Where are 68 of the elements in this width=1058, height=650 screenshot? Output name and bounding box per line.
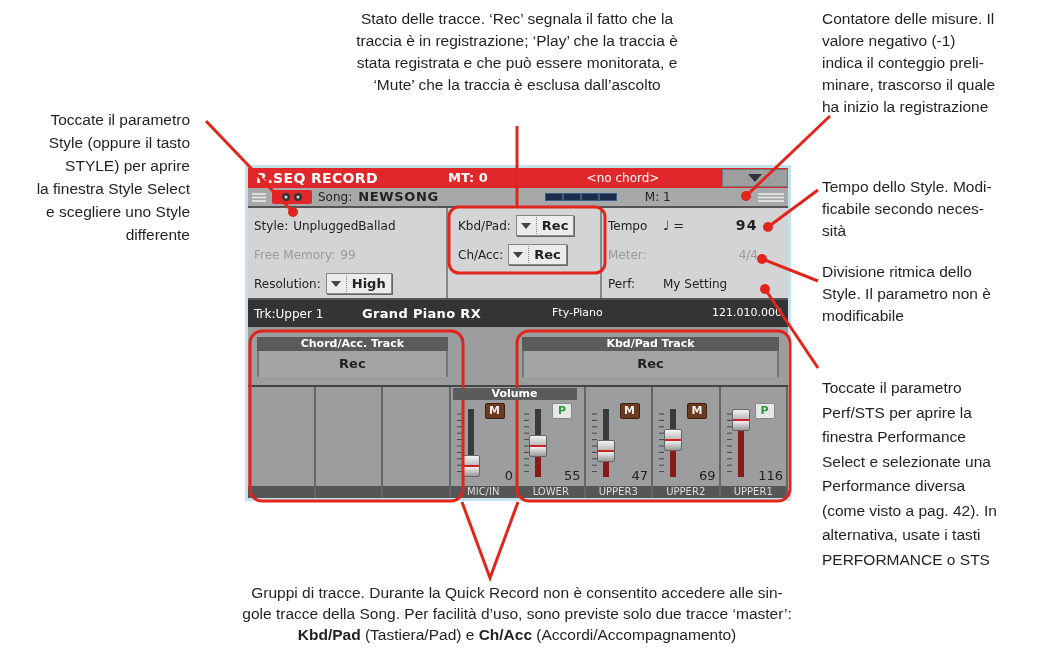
disabled-parameter-label: Meter: [608, 246, 648, 264]
channel-name: MIC/IN [450, 486, 516, 498]
scale-ticks-icon [659, 413, 664, 473]
parameter-label: Resolution: [254, 275, 321, 293]
annotation-text: Toccate il parametro Style (oppure il tasto STYLE) per aprire la finestra Style Select e scegliere uno Style differente [35, 110, 190, 245]
annotation-text: Stato delle tracce. ‘Rec’ segnala il fatto che la traccia è in registrazione; ‘Play’ che la traccia è stata registrata e che può essere monitorata, e ‘Mute’ che la traccia è esclusa dall’ascolto [355, 9, 679, 95]
volume-value: 116 [758, 466, 783, 485]
scale-ticks-icon [591, 413, 597, 473]
annotation-text: Toccate il parametro Perf/STS per aprire la finestra Performance Select e selezionate una Performance diversa (come visto a pag. 42). In alternativa, usate i tasti PERFORMANCE o STS [822, 378, 998, 570]
menu-button[interactable] [722, 169, 788, 187]
dropdown-icon [513, 251, 524, 258]
parameter-label: Perf: [608, 275, 636, 293]
disabled-parameter-value: 99 [340, 246, 356, 264]
mute-button[interactable]: M [619, 403, 640, 419]
song-icon [272, 190, 312, 204]
dropdown-menu[interactable]: High [325, 273, 392, 294]
annotation-text: Gruppi di tracce. Durante la Quick Record non è consentito accedere alle sin- gole tracce della Song. Per facilità d’uso, sono previste solo due tracce ‘master’: Kbd/Pad (Tastiera/Pad) e Ch/Acc (Accordi/Accompagnamento) [241, 583, 793, 645]
volume-value: 0 [504, 466, 513, 485]
tempo-value: 94 [735, 216, 759, 235]
beat-indicator-icon [544, 193, 617, 201]
dropdown-menu[interactable]: Rec [508, 244, 567, 265]
mixer-header: Volume [452, 388, 577, 400]
scale-ticks-icon [456, 413, 462, 473]
channel-name: LOWER [518, 486, 584, 498]
disabled-parameter-value: 4/4 [738, 246, 759, 264]
grip-icon [758, 192, 784, 202]
parameter-label: Tempo [608, 217, 649, 235]
group-title: Kbd/Pad Track [522, 337, 779, 351]
annotation-text: Contatore delle misure. Il valore negativo (-1) indica il conteggio preli- minare, trascorso il quale ha inizio la registrazione [822, 9, 997, 117]
sound-name: Grand Piano RX [362, 304, 482, 323]
parameter-label: Style: [254, 217, 289, 235]
tempo-symbol: ♩ = [663, 216, 685, 235]
measure-counter: M: 1 [644, 189, 671, 206]
volume-value: 47 [631, 466, 648, 485]
track-name: Trk:Upper 1 [254, 305, 325, 323]
dropdown-icon [520, 222, 531, 229]
channel-name: UPPER1 [720, 486, 786, 498]
sound-bank: Fty-Piano [552, 305, 604, 322]
dropdown-menu[interactable]: Rec [515, 215, 575, 236]
parameter-value: My Setting [663, 275, 728, 293]
volume-value: 69 [698, 466, 716, 485]
parameter-label: Kbd/Pad: [458, 217, 511, 235]
dropdown-icon [748, 174, 762, 182]
scale-ticks-icon [524, 413, 529, 473]
song-name: NEWSONG [358, 188, 439, 207]
chord-name: <no chord> [585, 170, 661, 187]
grip-icon [252, 192, 266, 202]
group-title: Chord/Acc. Track [257, 337, 448, 351]
disabled-parameter-label: Free Memory: [254, 246, 336, 264]
mute-button[interactable]: M [484, 403, 505, 419]
dropdown-icon [330, 280, 341, 287]
channel-name: UPPER3 [585, 486, 651, 498]
scale-ticks-icon [726, 413, 732, 473]
fader-thumb[interactable] [529, 435, 547, 458]
annotation-text: Tempo dello Style. Modi- ficabile secondo neces- sità [822, 177, 993, 241]
track-status: MT: 0 [448, 169, 489, 188]
parameter-label: Ch/Acc: [458, 246, 504, 264]
track-status-button[interactable]: Rec [257, 351, 448, 377]
mute-button[interactable]: M [687, 403, 707, 419]
fader-thumb[interactable] [664, 428, 682, 451]
channel-name: UPPER2 [653, 486, 719, 498]
fader-thumb[interactable] [731, 409, 750, 431]
volume-value: 55 [563, 466, 581, 485]
parameter-value: UnpluggedBallad [293, 217, 396, 235]
song-label: Song: [318, 189, 353, 206]
fader-thumb[interactable] [596, 440, 615, 463]
track-status-button[interactable]: Rec [522, 351, 779, 377]
annotation-text: Divisione ritmica dello Style. Il parametro non è modificabile [822, 262, 992, 326]
